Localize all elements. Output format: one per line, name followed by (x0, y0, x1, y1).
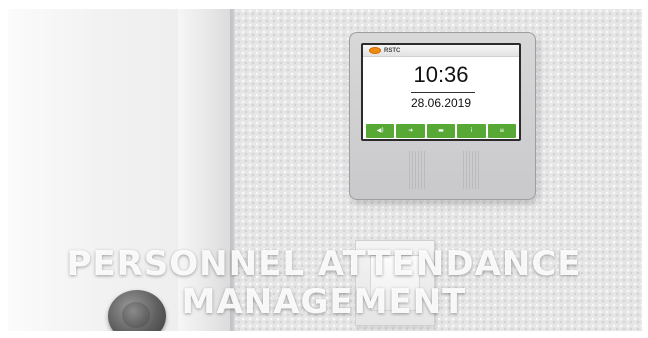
speaker-grille-left (409, 151, 425, 189)
attendance-terminal: RSTC 10:36 28.06.2019 ◀) ➜ ▬ i ≡ (349, 32, 536, 200)
brand-logo-icon (369, 47, 381, 54)
clock-divider (411, 92, 475, 93)
exit-arrow-icon: ➜ (408, 127, 414, 134)
headline-line-2: MANAGEMENT (181, 282, 467, 322)
speaker-grille-right (463, 151, 479, 189)
screen-header: RSTC (363, 45, 519, 57)
speaker-icon: ◀) (376, 127, 384, 134)
briefcase-button[interactable]: ▬ (426, 124, 456, 138)
clock-date: 28.06.2019 (410, 96, 472, 110)
briefcase-icon: ▬ (438, 127, 444, 134)
info-button[interactable]: i (457, 124, 486, 138)
info-icon: i (470, 127, 473, 134)
terminal-screen: RSTC 10:36 28.06.2019 ◀) ➜ ▬ i ≡ (361, 43, 521, 141)
menu-button[interactable]: ≡ (487, 124, 517, 138)
headline-line-1: PERSONNEL ATTENDANCE (66, 244, 582, 284)
speaker-button[interactable]: ◀) (366, 124, 395, 138)
page-headline: PERSONNEL ATTENDANCE MANAGEMENT (0, 243, 648, 323)
brand-name: RSTC (384, 48, 401, 54)
clock-time: 10:36 (413, 62, 469, 87)
exit-button[interactable]: ➜ (396, 124, 425, 138)
terminal-button-row: ◀) ➜ ▬ i ≡ (366, 124, 517, 138)
menu-icon: ≡ (499, 127, 505, 134)
